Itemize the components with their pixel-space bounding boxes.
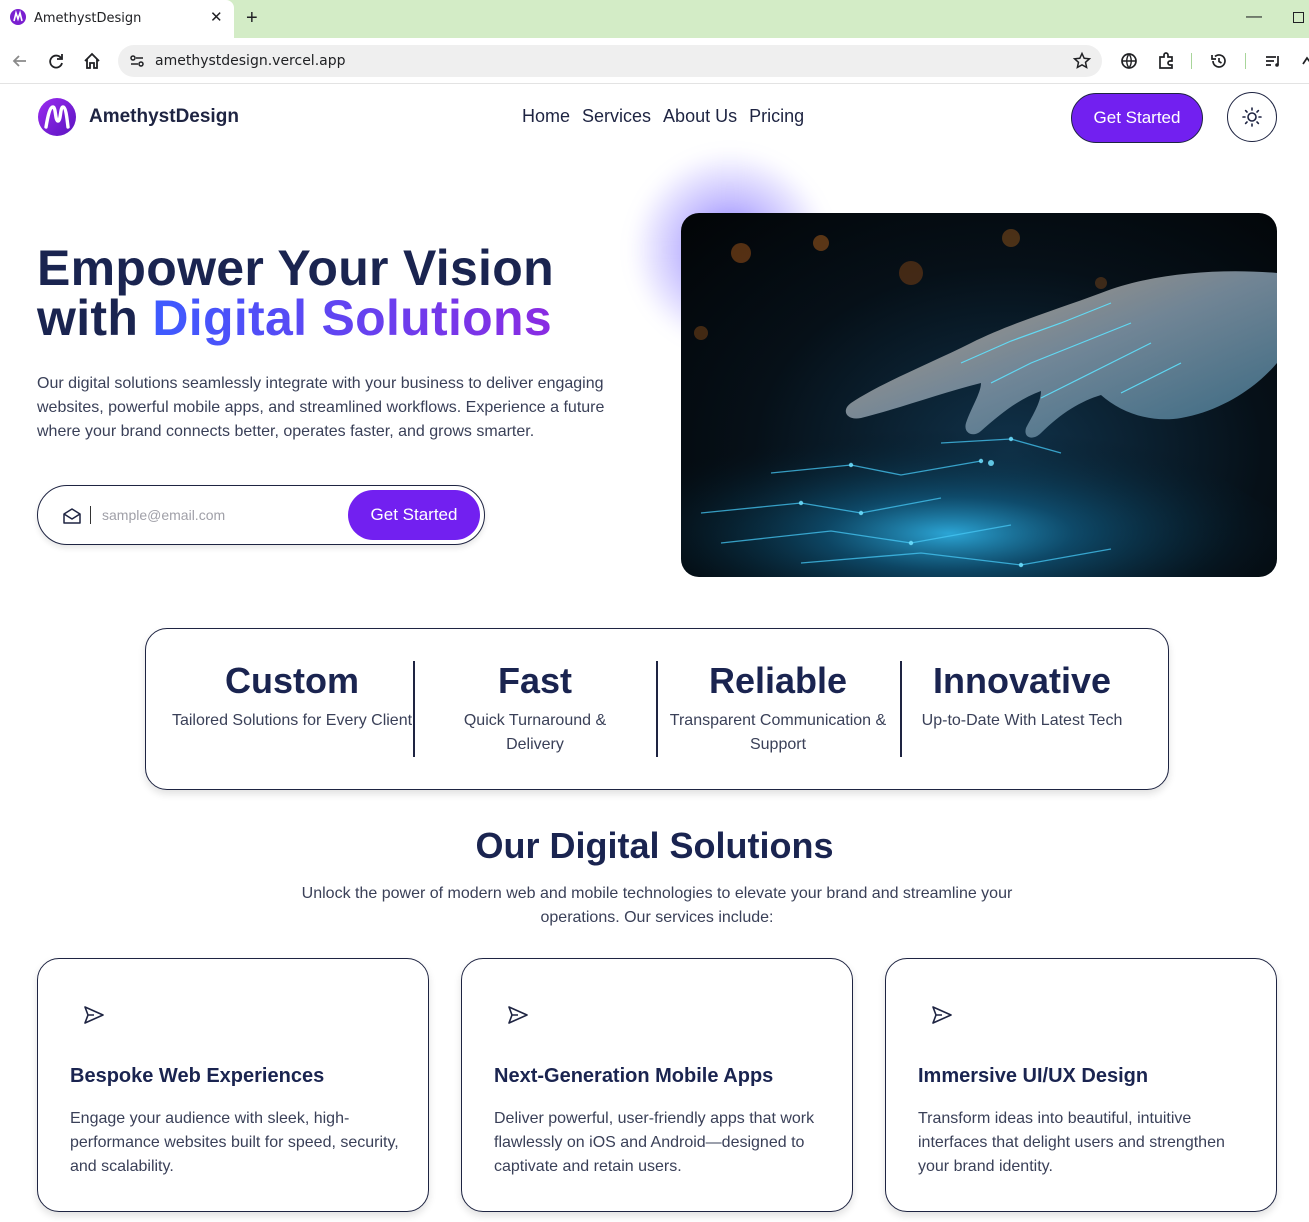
profile-menu-icon[interactable] [1297, 50, 1309, 72]
solutions-subtitle: Unlock the power of modern web and mobil… [301, 885, 1013, 926]
card-title: Bespoke Web Experiences [70, 1065, 325, 1087]
amethyst-logo[interactable] [37, 97, 77, 137]
feature-title: Reliable [708, 660, 848, 701]
send-icon [932, 1006, 952, 1024]
url-text: amethystdesign.vercel.app [155, 53, 346, 69]
feature-title: Custom [225, 660, 359, 701]
send-icon [508, 1006, 528, 1024]
brand-name[interactable]: AmethystDesign [89, 106, 239, 128]
address-bar[interactable]: amethystdesign.vercel.app [118, 45, 1102, 77]
send-icon [84, 1006, 104, 1024]
input-divider [90, 506, 91, 524]
translate-globe-icon[interactable] [1118, 50, 1140, 72]
nav-pricing[interactable]: Pricing [749, 106, 804, 127]
amethyst-favicon-icon [10, 9, 26, 25]
nav-about-us[interactable]: About Us [663, 106, 737, 127]
feature-desc: Up-to-Date With Latest Tech [921, 712, 1123, 729]
extensions-puzzle-icon[interactable] [1155, 50, 1177, 72]
feature-title: Fast [497, 660, 573, 701]
feature-custom: Custom Tailored Solutions for Every Clie… [170, 661, 414, 733]
hero-get-started-button[interactable]: Get Started [348, 490, 480, 540]
history-icon[interactable] [1208, 50, 1230, 72]
window-minimize-icon[interactable]: — [1246, 8, 1262, 26]
main-nav: Home Services About Us Pricing [522, 106, 804, 127]
card-desc: Deliver powerful, user-friendly apps tha… [494, 1110, 815, 1175]
card-desc: Transform ideas into beautiful, intuitiv… [918, 1110, 1225, 1175]
solution-card-web[interactable]: Bespoke Web Experiences Engage your audi… [37, 958, 429, 1212]
card-desc: Engage your audience with sleek, high-pe… [70, 1110, 399, 1175]
feature-reliable: Reliable Transparent Communication & Sup… [656, 661, 900, 757]
browser-tab[interactable]: AmethystDesign ✕ [0, 0, 234, 38]
hero-description: Our digital solutions seamlessly integra… [37, 375, 605, 440]
tab-title: AmethystDesign [34, 11, 142, 26]
feature-title: Innovative [932, 660, 1112, 701]
hero-title-line1: Empower Your Vision [37, 240, 554, 296]
feature-innovative: Innovative Up-to-Date With Latest Tech [900, 661, 1144, 733]
solutions-title: Our Digital Solutions [475, 825, 834, 866]
reload-icon[interactable] [45, 50, 67, 72]
solution-card-mobile[interactable]: Next-Generation Mobile Apps Deliver powe… [461, 958, 853, 1212]
features-strip: Custom Tailored Solutions for Every Clie… [145, 628, 1169, 790]
nav-home[interactable]: Home [522, 106, 570, 127]
email-signup-form: Get Started [37, 485, 485, 545]
email-input[interactable] [102, 503, 332, 527]
back-arrow-icon[interactable] [9, 50, 31, 72]
feature-desc: Quick Turnaround & Delivery [463, 712, 607, 753]
toolbar-divider [1191, 53, 1192, 69]
new-tab-icon[interactable]: + [246, 6, 258, 30]
hero-title-with: with [37, 290, 139, 346]
theme-toggle-button[interactable] [1227, 92, 1277, 142]
feature-desc: Transparent Communication & Support [669, 712, 887, 753]
sun-icon [1242, 107, 1262, 127]
mail-open-icon [63, 508, 81, 524]
home-icon[interactable] [81, 50, 103, 72]
robotic-hand-keyboard-illustration [681, 229, 1277, 577]
hero-title-highlight: Digital Solutions [152, 290, 552, 346]
hero-image [681, 213, 1277, 577]
card-title: Immersive UI/UX Design [918, 1065, 1149, 1087]
bookmark-star-icon[interactable] [1072, 51, 1092, 71]
tab-close-icon[interactable]: ✕ [210, 9, 223, 27]
toolbar-divider [1245, 53, 1246, 69]
feature-fast: Fast Quick Turnaround & Delivery [413, 661, 657, 757]
browser-toolbar: amethystdesign.vercel.app [0, 38, 1309, 84]
window-maximize-icon[interactable] [1293, 12, 1304, 23]
site-info-icon[interactable] [126, 50, 148, 72]
browser-tab-strip: AmethystDesign ✕ + — [0, 0, 1309, 38]
card-title: Next-Generation Mobile Apps [494, 1065, 774, 1087]
nav-services[interactable]: Services [582, 106, 651, 127]
header-get-started-button[interactable]: Get Started [1071, 93, 1203, 143]
reading-list-icon[interactable] [1262, 50, 1284, 72]
hero-title: Empower Your Vision with Digital Solutio… [37, 243, 554, 343]
solution-card-uiux[interactable]: Immersive UI/UX Design Transform ideas i… [885, 958, 1277, 1212]
feature-desc: Tailored Solutions for Every Client [171, 712, 413, 729]
